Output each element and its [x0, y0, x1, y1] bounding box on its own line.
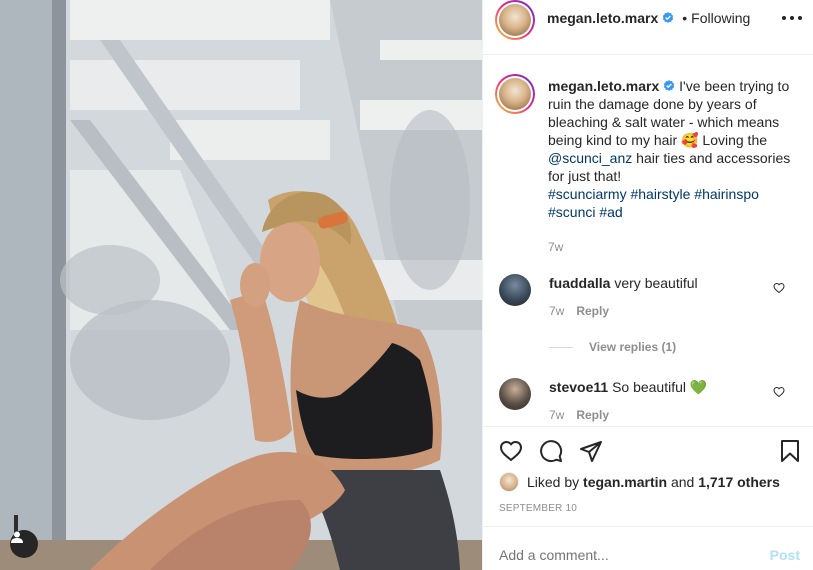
caption-emoji: 🥰 [681, 132, 699, 148]
hashtag-link[interactable]: #scunci [548, 204, 595, 220]
caption-body: Loving the [698, 132, 768, 148]
reply-button[interactable]: Reply [576, 304, 609, 318]
likes-count-button[interactable]: 1,717 others [698, 474, 780, 490]
share-icon[interactable] [579, 439, 603, 463]
view-replies-button[interactable]: View replies (1) [549, 340, 676, 354]
post-date[interactable]: SEPTEMBER 10 [499, 503, 577, 514]
comment-input[interactable] [499, 547, 759, 563]
mention-link[interactable]: @scunci_anz [548, 150, 632, 166]
comment-timestamp[interactable]: 7w [549, 304, 564, 318]
separator-dot: • [682, 10, 688, 26]
commenter-avatar[interactable] [499, 378, 531, 410]
liker-username[interactable]: tegan.martin [583, 474, 667, 490]
caption-username[interactable]: megan.leto.marx [548, 78, 659, 94]
likes-summary: Liked by tegan.martin and 1,717 others [499, 472, 780, 492]
verified-badge-icon [664, 80, 675, 91]
verified-badge-icon [663, 12, 674, 23]
comment-meta: 7w Reply [549, 304, 609, 318]
add-comment-bar: Post [483, 526, 813, 570]
hashtag-link[interactable]: #hairstyle [630, 186, 690, 202]
comment-timestamp[interactable]: 7w [549, 408, 564, 422]
likes-prefix: Liked by [527, 474, 580, 490]
following-button[interactable]: Following [691, 10, 750, 26]
photo-illustration [0, 0, 482, 570]
comment-body: So beautiful [612, 379, 687, 395]
post-comment-button[interactable]: Post [770, 547, 800, 563]
comment-text: stevoe11 So beautiful 💚 [549, 378, 769, 396]
comments-section[interactable]: megan.leto.marx I've been trying to ruin… [483, 56, 813, 426]
bookmark-icon[interactable] [778, 439, 802, 463]
likes-and: and [670, 474, 695, 490]
heart-icon[interactable] [773, 386, 785, 398]
author-username[interactable]: megan.leto.marx [547, 10, 658, 26]
comment-meta: 7w Reply [549, 408, 609, 422]
caption-timestamp[interactable]: 7w [548, 240, 563, 254]
hashtag-link[interactable]: #hairinspo [694, 186, 759, 202]
liker-avatar[interactable] [499, 472, 519, 492]
commenter-username[interactable]: fuaddalla [549, 275, 610, 291]
commenter-avatar[interactable] [499, 274, 531, 306]
caption-avatar[interactable] [495, 74, 535, 114]
action-bar [483, 426, 813, 471]
post-details-panel: megan.leto.marx • Following megan.leto.m… [482, 0, 813, 570]
comment-text: fuaddalla very beautiful [549, 274, 769, 292]
caption-text: megan.leto.marx I've been trying to ruin… [548, 77, 798, 256]
post-header: megan.leto.marx • Following [483, 0, 813, 55]
comment-emoji: 💚 [689, 379, 708, 395]
heart-icon[interactable] [499, 439, 523, 463]
view-replies-label: View replies (1) [589, 340, 677, 354]
heart-icon[interactable] [773, 282, 785, 294]
user-tag-icon[interactable] [10, 530, 38, 558]
hashtag-link[interactable]: #scunciarmy [548, 186, 627, 202]
comment-icon[interactable] [539, 439, 563, 463]
commenter-username[interactable]: stevoe11 [549, 379, 608, 395]
post-photo[interactable] [0, 0, 482, 570]
hashtag-link[interactable]: #ad [599, 204, 622, 220]
author-avatar[interactable] [495, 0, 535, 40]
comment-body: very beautiful [614, 275, 698, 291]
more-options-icon[interactable] [782, 10, 802, 26]
divider-line [549, 346, 573, 348]
reply-button[interactable]: Reply [576, 408, 609, 422]
